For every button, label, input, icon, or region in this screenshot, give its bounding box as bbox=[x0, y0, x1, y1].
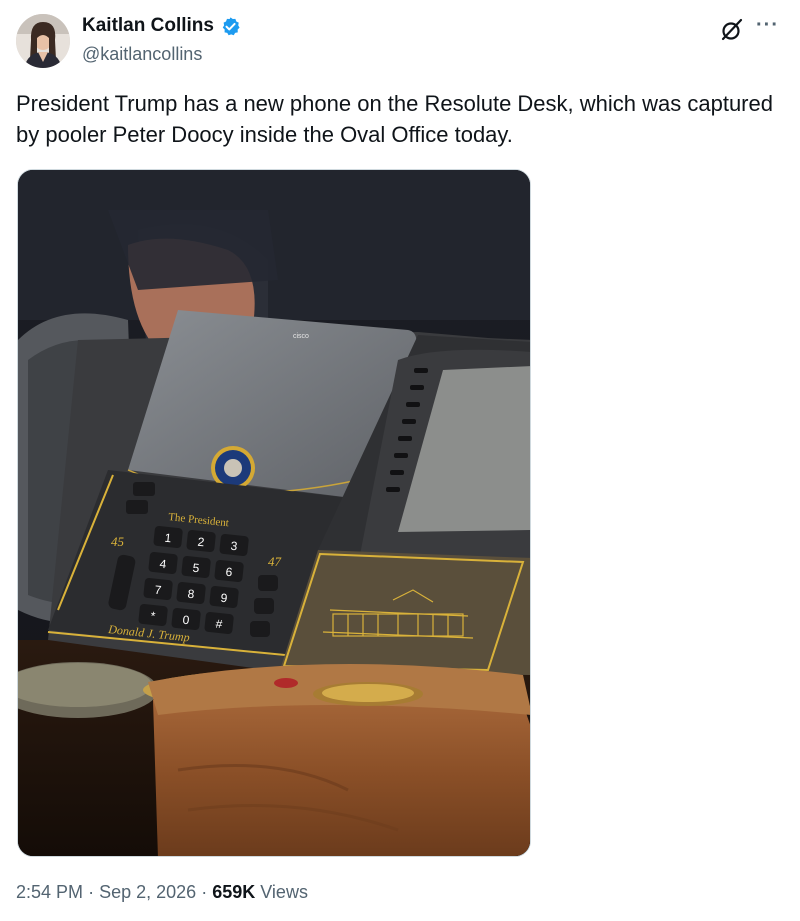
verified-badge-icon bbox=[220, 16, 241, 37]
views-label: Views bbox=[260, 882, 308, 902]
phone-number-right: 47 bbox=[268, 554, 282, 569]
meta-separator: · bbox=[201, 882, 208, 902]
avatar[interactable] bbox=[16, 14, 70, 68]
tweet-photo[interactable]: cisco The President 45 47 1 2 3 4 5 6 7 … bbox=[17, 169, 531, 857]
grok-icon[interactable] bbox=[719, 17, 745, 43]
author-handle[interactable]: @kaitlancollins bbox=[82, 43, 202, 65]
author-name-text[interactable]: Kaitlan Collins bbox=[82, 15, 214, 37]
tweet-meta: 2:54 PM · Sep 2, 2026 · 659K Views bbox=[16, 880, 308, 904]
tweet: Kaitlan Collins @kaitlancollins ··· Pres… bbox=[0, 0, 800, 921]
tweet-date[interactable]: Sep 2, 2026 bbox=[99, 882, 196, 902]
tweet-time[interactable]: 2:54 PM bbox=[16, 882, 83, 902]
meta-separator: · bbox=[88, 882, 95, 902]
more-icon[interactable]: ··· bbox=[756, 14, 786, 40]
phone-brand-label: cisco bbox=[293, 333, 309, 340]
tweet-text: President Trump has a new phone on the R… bbox=[16, 91, 773, 147]
author-name[interactable]: Kaitlan Collins bbox=[82, 15, 241, 37]
phone-number-left: 45 bbox=[111, 534, 125, 549]
views-count: 659K bbox=[212, 882, 256, 902]
